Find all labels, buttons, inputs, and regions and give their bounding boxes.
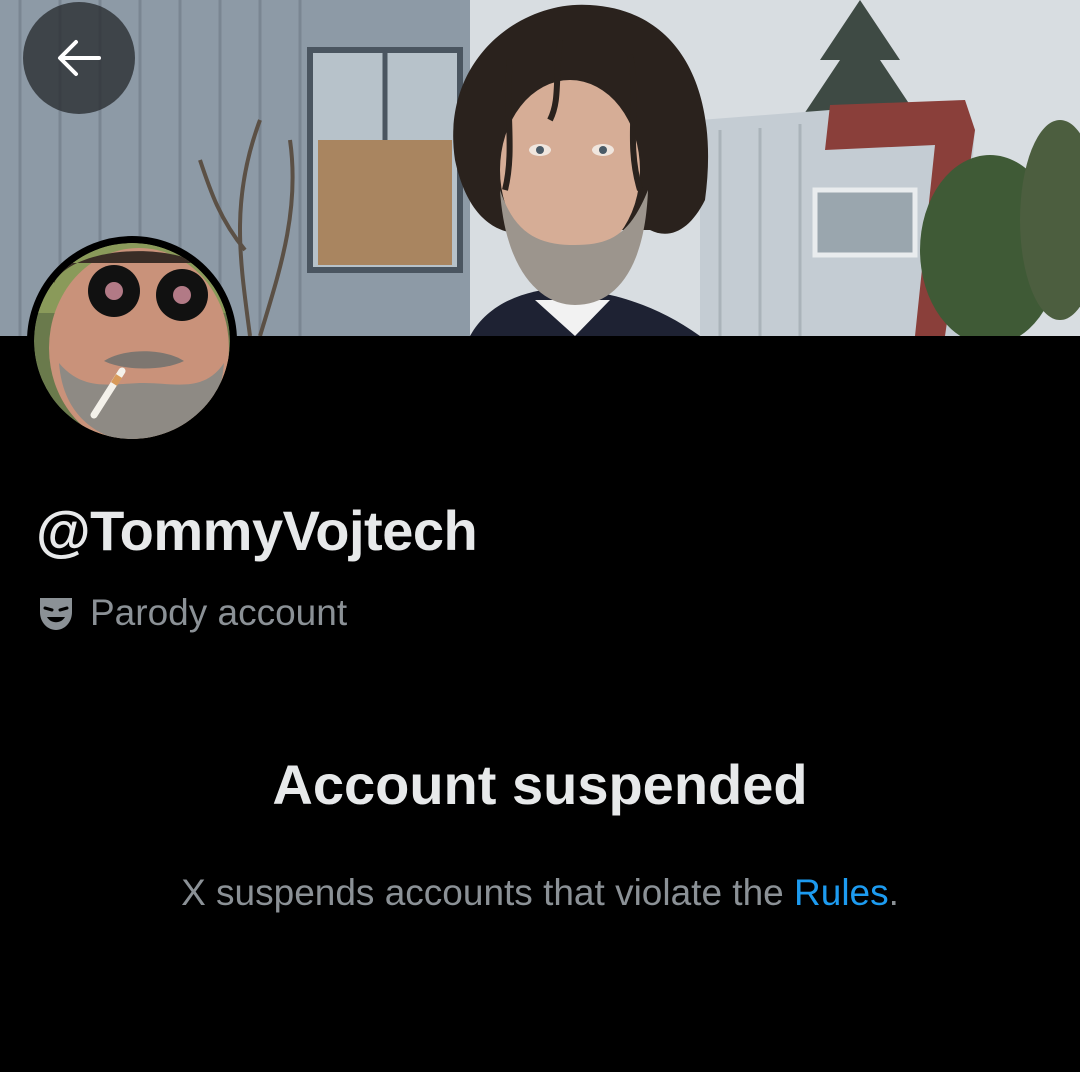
arrow-left-icon <box>58 40 101 76</box>
parody-label-text: Parody account <box>90 592 348 633</box>
profile-handle: @TommyVojtech <box>36 499 478 562</box>
parody-label: Parody account <box>36 592 347 634</box>
suspended-message-suffix: . <box>888 872 899 913</box>
back-button[interactable] <box>23 2 135 114</box>
avatar[interactable] <box>27 236 237 446</box>
suspended-message-text: X suspends accounts that violate the <box>181 872 795 913</box>
avatar-image <box>34 243 230 439</box>
suspended-title: Account suspended <box>272 753 808 816</box>
theater-mask-icon <box>40 598 72 630</box>
rules-link[interactable]: Rules <box>794 872 889 913</box>
suspended-message: X suspends accounts that violate the Rul… <box>0 872 1080 914</box>
